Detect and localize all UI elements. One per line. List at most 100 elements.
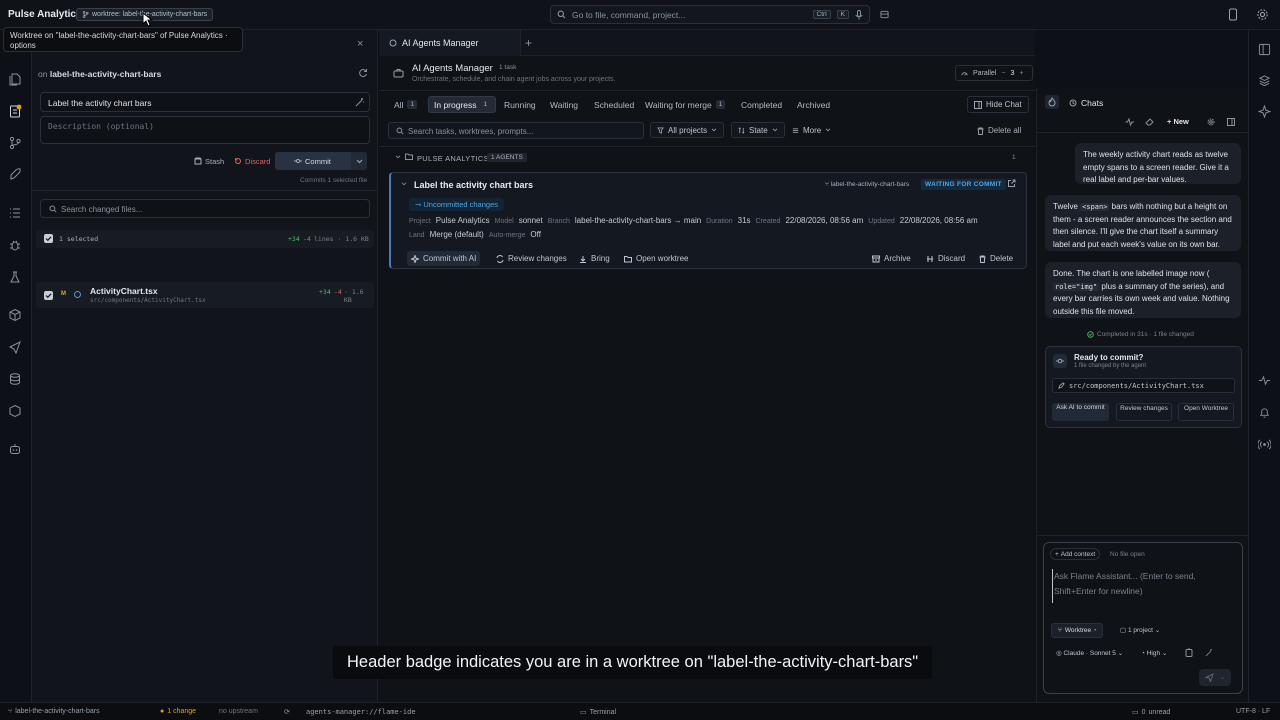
source-control-icon[interactable]: [8, 136, 24, 152]
command-search[interactable]: Go to file, command, project... Ctrl K: [550, 5, 870, 24]
bug-icon[interactable]: [8, 238, 24, 254]
changes-icon[interactable]: [8, 104, 24, 120]
archive-icon: [872, 255, 880, 263]
description-input[interactable]: Description (optional): [40, 116, 370, 144]
panel-icon[interactable]: [1258, 43, 1271, 56]
projects-filter[interactable]: All projects: [650, 122, 725, 138]
clipboard-icon[interactable]: [1185, 648, 1193, 657]
rocket-icon[interactable]: [8, 168, 24, 184]
tab-scheduled[interactable]: Scheduled: [589, 96, 639, 113]
refresh-icon[interactable]: [358, 68, 368, 78]
tab-archived[interactable]: Archived: [792, 96, 835, 113]
layers-icon[interactable]: [1258, 74, 1271, 87]
state-filter[interactable]: State: [731, 122, 785, 138]
chats-header[interactable]: Chats: [1069, 98, 1103, 108]
open-worktree-button[interactable]: Open worktree: [620, 251, 692, 266]
more-filter[interactable]: More: [785, 122, 838, 138]
meta-branch-key: Branch: [547, 218, 570, 225]
status-encoding[interactable]: UTF-8 · LF: [1236, 708, 1270, 715]
status-branch[interactable]: ⑂ label-the-activity-chart-bars: [8, 708, 100, 715]
stash-button[interactable]: Stash: [189, 153, 229, 169]
close-icon[interactable]: ×: [357, 38, 363, 50]
tab-in-progress[interactable]: In progress 1: [428, 96, 497, 113]
commit-title-input[interactable]: Label the activity chart bars: [40, 92, 370, 112]
bot-icon[interactable]: [8, 442, 24, 458]
terminal-button[interactable]: ▭ Terminal: [580, 708, 616, 717]
hide-chat-button[interactable]: Hide Chat: [967, 96, 1029, 113]
database-icon[interactable]: [8, 372, 24, 388]
worktree-chip[interactable]: ⑂ Worktree •: [1051, 623, 1104, 638]
discard-button[interactable]: Discard: [229, 153, 275, 169]
add-context-label: Add context: [1060, 550, 1096, 558]
bell-icon[interactable]: [1258, 406, 1271, 419]
external-link-icon[interactable]: [1007, 179, 1016, 188]
microphone-icon[interactable]: [855, 9, 863, 20]
model-select[interactable]: ◎ Claude · Sonnet 5 ⌄: [1056, 649, 1123, 657]
new-chat-button[interactable]: + New: [1167, 117, 1189, 126]
select-all-checkbox[interactable]: [44, 234, 53, 243]
review-changes-chat-button[interactable]: Review changes: [1116, 403, 1172, 421]
bring-button[interactable]: Bring: [575, 251, 614, 266]
tab-waiting[interactable]: Waiting: [545, 96, 583, 113]
eraser-icon[interactable]: [1145, 118, 1154, 126]
add-context-button[interactable]: + Add context: [1050, 548, 1101, 560]
package-icon[interactable]: [8, 308, 24, 324]
cube-icon[interactable]: [8, 404, 24, 420]
inline-code: role="img": [1053, 282, 1100, 291]
layout-icon[interactable]: [880, 10, 889, 19]
history-icon: [1069, 99, 1077, 107]
send-button[interactable]: ⌄: [1199, 669, 1231, 686]
open-worktree-chat-button[interactable]: Open Worktree: [1178, 403, 1234, 421]
review-changes-button[interactable]: Review changes: [492, 251, 571, 266]
changed-files-search[interactable]: Search changed files...: [40, 199, 370, 218]
activity-icon[interactable]: [1125, 118, 1134, 126]
sparkle-icon[interactable]: [1258, 105, 1271, 118]
phone-preview-icon[interactable]: [1228, 8, 1238, 21]
chat-panel: Chats + New The weekly activity chart re…: [1036, 88, 1249, 702]
list-icon[interactable]: [8, 206, 24, 222]
decrement-icon[interactable]: −: [1001, 70, 1005, 77]
ready-file[interactable]: src/components/ActivityChart.tsx: [1052, 378, 1235, 393]
chat-input[interactable]: Ask Flame Assistant... (Enter to send, S…: [1052, 569, 1237, 603]
task-discard-button[interactable]: Discard: [922, 251, 969, 266]
magic-wand-icon[interactable]: [1205, 648, 1214, 657]
commit-with-ai-button[interactable]: Commit with AI: [407, 251, 481, 266]
commit-button[interactable]: Commit: [275, 152, 351, 170]
meta-updated-value: 22/08/2026, 08:56 am: [899, 216, 978, 225]
archive-button[interactable]: Archive: [868, 251, 915, 266]
pulse-icon[interactable]: [1258, 374, 1271, 387]
chevron-down-icon[interactable]: [395, 155, 401, 159]
tab-running[interactable]: Running: [499, 96, 541, 113]
chevron-down-icon[interactable]: ⌄: [1220, 674, 1225, 681]
send-icon[interactable]: [8, 340, 24, 356]
files-icon[interactable]: [8, 72, 24, 88]
file-checkbox[interactable]: [44, 291, 53, 300]
gear-icon[interactable]: [1207, 118, 1215, 126]
settings-icon[interactable]: [1256, 8, 1269, 21]
status-unread[interactable]: ▭ 0 unread: [1132, 708, 1170, 717]
ask-ai-commit-button[interactable]: Ask AI to commit: [1052, 403, 1109, 421]
status-changes[interactable]: ● 1 change: [160, 708, 196, 715]
magic-icon[interactable]: [355, 97, 365, 107]
sync-icon[interactable]: ⟳: [284, 708, 290, 716]
tab-completed[interactable]: Completed: [736, 96, 787, 113]
file-row[interactable]: M ActivityChart.tsx src/components/Activ…: [36, 282, 374, 308]
chevron-down-icon[interactable]: [401, 182, 407, 186]
tab-all[interactable]: All 1: [389, 96, 422, 113]
tab-waiting-for-merge[interactable]: Waiting for merge 1: [640, 96, 730, 113]
tutorial-caption: Header badge indicates you are in a work…: [333, 646, 933, 679]
delete-button[interactable]: Delete: [975, 251, 1017, 266]
task-search-input[interactable]: Search tasks, worktrees, prompts...: [388, 122, 644, 139]
parallel-stepper[interactable]: Parallel − 3 +: [955, 65, 1033, 81]
effort-select[interactable]: ◔ High ⌄: [1141, 649, 1167, 657]
flask-icon[interactable]: [8, 270, 24, 286]
delete-all-button[interactable]: Delete all: [977, 126, 1021, 135]
project-chip[interactable]: ▢ 1 project ⌄: [1120, 626, 1160, 634]
broadcast-icon[interactable]: [1258, 438, 1271, 451]
new-tab-icon[interactable]: +: [525, 36, 532, 50]
commit-dropdown[interactable]: [351, 152, 367, 170]
panel-toggle-icon[interactable]: [1227, 118, 1235, 126]
increment-icon[interactable]: +: [1019, 70, 1023, 77]
flame-icon[interactable]: [1045, 95, 1059, 109]
tab-agents-manager[interactable]: AI Agents Manager: [379, 30, 521, 56]
